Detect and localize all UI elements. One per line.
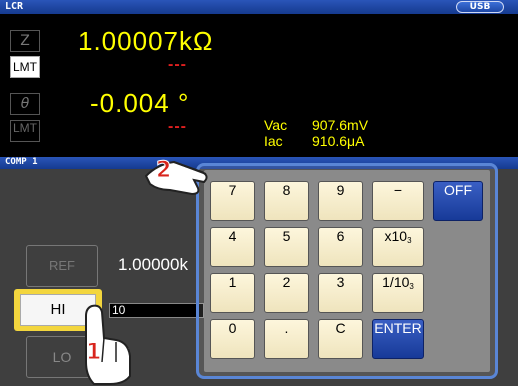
key-0[interactable]: 0 — [210, 319, 255, 359]
step-1-label: 1 — [85, 340, 102, 366]
judgement-2: --- — [168, 118, 187, 135]
limit-indicator-1: LMT — [10, 56, 40, 78]
step-2-label: 2 — [155, 158, 172, 184]
key-exp-multiply[interactable]: x103 — [372, 227, 424, 267]
key-6[interactable]: 6 — [318, 227, 363, 267]
usb-indicator: USB — [456, 1, 504, 13]
key-dot[interactable]: . — [264, 319, 309, 359]
key-5[interactable]: 5 — [264, 227, 309, 267]
exp-down-sup: 3 — [409, 282, 414, 291]
iac-label: Iac — [264, 133, 283, 149]
mode-label: LCR — [5, 1, 24, 12]
key-exp-divide[interactable]: 1/103 — [372, 273, 424, 313]
ref-button[interactable]: REF — [26, 245, 98, 287]
iac-value: 910.6μA — [312, 133, 365, 149]
exp-up-sup: 3 — [407, 236, 412, 245]
key-3[interactable]: 3 — [318, 273, 363, 313]
key-9[interactable]: 9 — [318, 181, 363, 221]
vac-value: 907.6mV — [312, 117, 369, 133]
ref-value: 1.00000k — [118, 255, 188, 274]
exp-down-base: 1/10 — [382, 274, 410, 290]
lcr-meter-screen: LCR USB Z 1.00007kΩ LMT --- θ -0.004 ° L… — [0, 0, 518, 386]
key-4[interactable]: 4 — [210, 227, 255, 267]
param-z-label: Z — [10, 30, 40, 52]
judgement-1: --- — [168, 56, 187, 73]
key-clear[interactable]: C — [318, 319, 363, 359]
comp-title: COMP 1 — [5, 157, 38, 167]
param-theta-label: θ — [10, 93, 40, 115]
key-minus[interactable]: − — [372, 181, 424, 221]
off-button[interactable]: OFF — [433, 181, 483, 221]
pointer-hand-icon — [144, 160, 208, 196]
enter-button[interactable]: ENTER — [372, 319, 424, 359]
key-1[interactable]: 1 — [210, 273, 255, 313]
exp-up-base: x10 — [384, 228, 408, 244]
status-bar: LCR USB — [0, 0, 518, 14]
limit-indicator-2: LMT — [10, 120, 40, 142]
secondary-value: -0.004 ° — [90, 88, 190, 118]
vac-label: Vac — [264, 117, 288, 133]
primary-value: 1.00007kΩ — [78, 26, 214, 56]
key-8[interactable]: 8 — [264, 181, 309, 221]
key-2[interactable]: 2 — [264, 273, 309, 313]
